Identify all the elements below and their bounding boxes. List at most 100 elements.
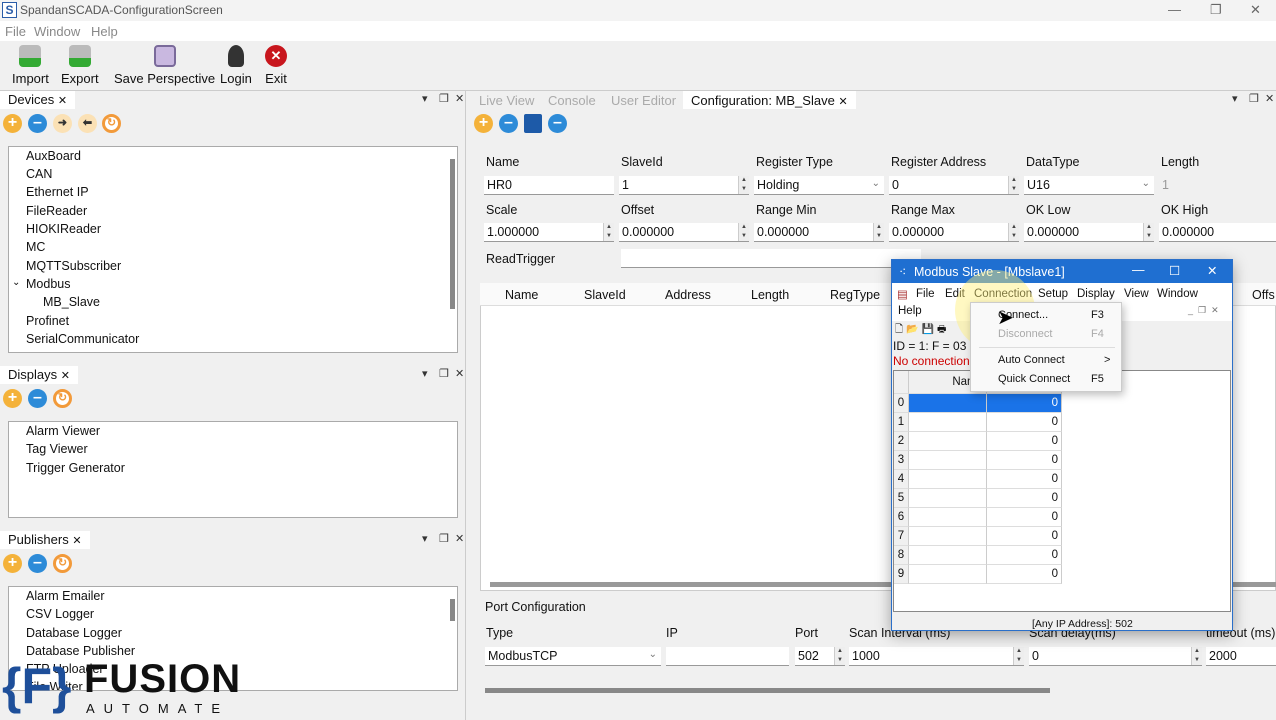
- register-name-cell[interactable]: [909, 546, 987, 565]
- close-icon[interactable]: ✕: [72, 535, 81, 547]
- import-button[interactable]: Import: [12, 45, 49, 86]
- close-icon[interactable]: ✕: [1265, 92, 1274, 105]
- spinner[interactable]: ▲ ▼: [1008, 223, 1019, 241]
- slaveid-input[interactable]: 1 ▲ ▼: [619, 176, 749, 195]
- save-perspective-button[interactable]: Save Perspective: [114, 45, 215, 86]
- read-trigger-input[interactable]: [621, 249, 921, 268]
- range-min-input[interactable]: 0.000000 ▲ ▼: [754, 223, 884, 242]
- column-header[interactable]: Length: [751, 288, 789, 302]
- export-tag-icon[interactable]: ⬅: [78, 114, 97, 133]
- list-item[interactable]: CAN: [26, 167, 52, 181]
- import-tag-icon[interactable]: ➜: [53, 114, 72, 133]
- close-icon[interactable]: ✕: [58, 95, 67, 107]
- tab-live-view[interactable]: Live View: [479, 93, 534, 108]
- remove-tag-button[interactable]: –: [499, 114, 518, 133]
- ip-input[interactable]: [666, 647, 789, 666]
- menu-file[interactable]: File: [5, 24, 26, 39]
- menu-window[interactable]: Window: [34, 24, 80, 39]
- register-type-select[interactable]: Holding ⌄: [754, 176, 884, 195]
- close-icon[interactable]: ✕: [455, 532, 464, 545]
- displays-tab[interactable]: Displays ✕: [0, 366, 78, 384]
- spinner[interactable]: ▲ ▼: [1008, 176, 1019, 194]
- tab-configuration[interactable]: Configuration: MB_Slave ✕: [683, 91, 856, 109]
- tab-user-editor[interactable]: User Editor: [611, 93, 676, 108]
- close-icon[interactable]: ✕: [838, 96, 847, 108]
- register-name-cell[interactable]: [909, 394, 987, 413]
- register-name-cell[interactable]: [909, 489, 987, 508]
- length-input[interactable]: 1: [1159, 176, 1276, 195]
- list-item[interactable]: MQTTSubscriber: [26, 259, 121, 273]
- menu-help[interactable]: Help: [91, 24, 118, 39]
- menu-display[interactable]: Display: [1077, 288, 1115, 300]
- port-input[interactable]: 502 ▲ ▼: [795, 647, 845, 666]
- add-tag-button[interactable]: +: [474, 114, 493, 133]
- list-item[interactable]: Database Logger: [26, 626, 122, 640]
- minimize-button[interactable]: —: [1168, 2, 1181, 17]
- scan-delay-input[interactable]: 0 ▲ ▼: [1029, 647, 1202, 666]
- timeout-input[interactable]: 2000: [1206, 647, 1276, 666]
- list-item[interactable]: Tag Viewer: [26, 442, 88, 456]
- dropdown-icon[interactable]: ▾: [422, 92, 428, 105]
- menu-item-quick-connect[interactable]: Quick Connect: [998, 373, 1070, 385]
- register-value-cell[interactable]: 0: [987, 527, 1062, 546]
- type-select[interactable]: ModbusTCP ⌄: [485, 647, 661, 666]
- scrollbar[interactable]: [450, 159, 455, 309]
- refresh-icon[interactable]: ↻: [53, 554, 72, 573]
- menu-file[interactable]: File: [916, 288, 935, 300]
- spinner[interactable]: ▲ ▼: [1143, 223, 1154, 241]
- add-device-button[interactable]: +: [3, 114, 22, 133]
- list-item[interactable]: Ethernet IP: [26, 185, 89, 199]
- name-input[interactable]: HR0: [484, 176, 614, 195]
- register-value-cell[interactable]: 0: [987, 508, 1062, 527]
- list-item[interactable]: FileReader: [26, 204, 87, 218]
- tab-console[interactable]: Console: [548, 93, 596, 108]
- close-button[interactable]: ✕: [1250, 2, 1261, 18]
- column-header[interactable]: Address: [665, 288, 711, 302]
- dropdown-icon[interactable]: ▾: [422, 532, 428, 545]
- column-header[interactable]: RegType: [830, 288, 880, 302]
- list-item[interactable]: SerialCommunicator: [26, 332, 139, 346]
- minimize-button[interactable]: —: [1132, 263, 1145, 277]
- column-header[interactable]: Offs: [1252, 288, 1275, 302]
- login-button[interactable]: Login: [220, 45, 252, 86]
- close-icon[interactable]: ✕: [455, 92, 464, 105]
- menu-window[interactable]: Window: [1157, 288, 1198, 300]
- spinner[interactable]: ▲ ▼: [834, 647, 845, 665]
- menu-item-auto-connect[interactable]: Auto Connect: [998, 354, 1065, 366]
- restore-icon[interactable]: ❐: [439, 367, 449, 380]
- register-value-cell[interactable]: 0: [987, 432, 1062, 451]
- export-button[interactable]: Export: [61, 45, 99, 86]
- restore-icon[interactable]: ❐: [439, 532, 449, 545]
- refresh-icon[interactable]: ↻: [102, 114, 121, 133]
- menu-help[interactable]: Help: [898, 305, 922, 317]
- register-name-cell[interactable]: [909, 508, 987, 527]
- scan-interval-input[interactable]: 1000 ▲ ▼: [849, 647, 1024, 666]
- register-value-cell[interactable]: 0: [987, 394, 1062, 413]
- register-name-cell[interactable]: [909, 565, 987, 584]
- spinner[interactable]: ▲ ▼: [738, 176, 749, 194]
- remove-button[interactable]: –: [548, 114, 567, 133]
- register-value-cell[interactable]: 0: [987, 413, 1062, 432]
- register-name-cell[interactable]: [909, 413, 987, 432]
- register-name-cell[interactable]: [909, 432, 987, 451]
- remove-display-button[interactable]: –: [28, 389, 47, 408]
- spinner[interactable]: ▲ ▼: [603, 223, 614, 241]
- chevron-down-icon[interactable]: ⌄: [12, 277, 20, 288]
- list-item[interactable]: MC: [26, 240, 45, 254]
- spinner[interactable]: ▲ ▼: [1191, 647, 1202, 665]
- column-header[interactable]: SlaveId: [584, 288, 626, 302]
- list-item[interactable]: Alarm Viewer: [26, 424, 100, 438]
- register-name-cell[interactable]: [909, 451, 987, 470]
- list-item[interactable]: CSV Logger: [26, 607, 94, 621]
- maximize-button[interactable]: ☐: [1169, 263, 1180, 278]
- remove-device-button[interactable]: –: [28, 114, 47, 133]
- restore-icon[interactable]: ❐: [1249, 92, 1259, 105]
- scrollbar[interactable]: [450, 599, 455, 621]
- register-name-cell[interactable]: [909, 527, 987, 546]
- menu-setup[interactable]: Setup: [1038, 288, 1068, 300]
- spinner[interactable]: ▲ ▼: [873, 223, 884, 241]
- spinner[interactable]: ▲ ▼: [738, 223, 749, 241]
- remove-publisher-button[interactable]: –: [28, 554, 47, 573]
- maximize-button[interactable]: ❐: [1210, 2, 1222, 18]
- refresh-icon[interactable]: ↻: [53, 389, 72, 408]
